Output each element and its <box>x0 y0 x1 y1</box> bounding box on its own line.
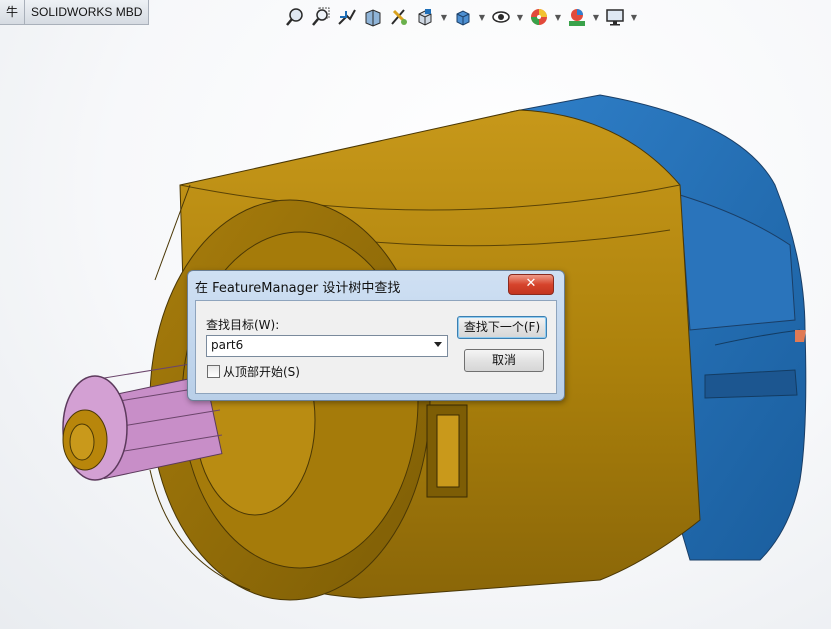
dialog-title: 在 FeatureManager 设计树中查找 <box>195 281 401 296</box>
find-target-combobox[interactable]: part6 <box>206 335 448 357</box>
find-target-value[interactable]: part6 <box>211 338 243 352</box>
from-top-label[interactable]: 从顶部开始(S) <box>223 363 300 380</box>
find-in-featuremanager-dialog: 在 FeatureManager 设计树中查找 ✕ 查找目标(W): part6… <box>187 270 565 401</box>
find-next-button[interactable]: 查找下一个(F) <box>457 316 547 339</box>
chevron-down-icon[interactable] <box>434 342 442 347</box>
from-top-checkbox[interactable] <box>207 365 220 378</box>
cancel-button[interactable]: 取消 <box>464 349 544 372</box>
find-target-label: 查找目标(W): <box>206 318 280 332</box>
dialog-body: 查找目标(W): part6 从顶部开始(S) 查找下一个(F) 取消 <box>195 300 557 394</box>
close-button[interactable]: ✕ <box>508 274 554 295</box>
